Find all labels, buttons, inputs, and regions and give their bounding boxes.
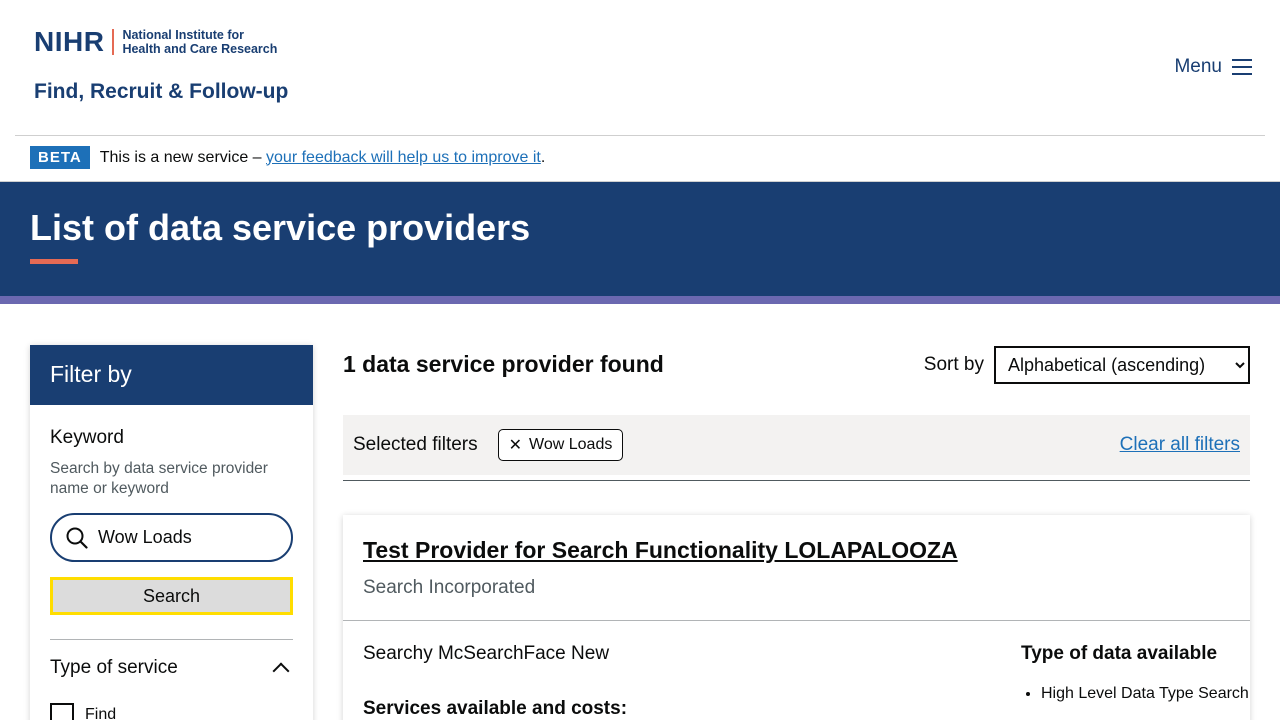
services-heading: Services available and costs:	[363, 698, 628, 719]
search-button[interactable]: Search	[50, 577, 293, 615]
type-of-service-label: Type of service	[50, 657, 178, 678]
title-accent	[30, 259, 78, 264]
card-divider	[343, 620, 1250, 621]
sort-select[interactable]: Alphabetical (ascending)	[994, 346, 1250, 384]
beta-banner: BETA This is a new service – your feedba…	[30, 146, 545, 169]
filter-heading: Filter by	[30, 345, 313, 405]
selected-filters-label: Selected filters	[353, 434, 478, 455]
keyword-field[interactable]	[50, 513, 293, 562]
hamburger-icon	[1232, 59, 1252, 75]
filter-panel: Filter by Keyword Search by data service…	[30, 345, 313, 720]
clear-all-filters-link[interactable]: Clear all filters	[1120, 434, 1240, 456]
selected-filters-bar: Selected filters ✕ Wow Loads Clear all f…	[343, 415, 1250, 475]
logo-text: National Institute for Health and Care R…	[122, 28, 277, 56]
filter-chip-label: Wow Loads	[529, 436, 613, 453]
sort-label: Sort by	[923, 354, 984, 375]
keyword-hint: Search by data service provider name or …	[50, 460, 268, 497]
page-title: List of data service providers	[30, 207, 531, 248]
service-name[interactable]: Find, Recruit & Follow-up	[34, 80, 288, 104]
provider-description: Searchy McSearchFace New	[363, 643, 610, 664]
results-count: 1 data service provider found	[343, 351, 664, 377]
sort-control: Sort by Alphabetical (ascending)	[924, 346, 1250, 384]
search-icon	[66, 527, 88, 549]
find-label: Find	[85, 706, 117, 720]
data-type-list: High Level Data Type Search	[1021, 685, 1249, 703]
option-find[interactable]: Find	[50, 703, 293, 720]
provider-organisation: Search Incorporated	[363, 577, 536, 598]
beta-tag: BETA	[30, 146, 90, 169]
logo-line-2: Health and Care Research	[122, 42, 278, 56]
close-icon: ✕	[508, 437, 523, 454]
logo-divider	[112, 29, 115, 55]
list-item: High Level Data Type Search	[1041, 685, 1249, 703]
data-type-heading: Type of data available	[1021, 643, 1218, 664]
menu-label: Menu	[1174, 56, 1222, 77]
menu-button[interactable]: Menu	[1174, 56, 1252, 78]
page-hero: List of data service providers	[0, 182, 1280, 296]
beta-suffix: .	[540, 148, 546, 166]
logo-line-1: National Institute for	[122, 28, 244, 42]
provider-card: Test Provider for Search Functionality L…	[343, 515, 1250, 720]
data-type-section: Type of data available High Level Data T…	[1021, 643, 1249, 703]
provider-title-link[interactable]: Test Provider for Search Functionality L…	[363, 537, 958, 564]
filter-divider	[50, 639, 293, 640]
beta-text: This is a new service –	[99, 148, 262, 166]
feedback-link[interactable]: your feedback will help us to improve it	[266, 149, 541, 167]
chevron-up-icon	[272, 662, 290, 680]
header-divider	[15, 135, 1265, 136]
logo-abbrev: NIHR	[34, 26, 105, 57]
results-divider	[343, 480, 1250, 481]
find-checkbox[interactable]	[50, 703, 74, 720]
filter-chip[interactable]: ✕ Wow Loads	[497, 429, 624, 461]
type-of-service-toggle[interactable]: Type of service	[50, 657, 293, 680]
site-header: NIHR National Institute for Health and C…	[0, 0, 1280, 136]
keyword-input[interactable]	[98, 527, 278, 548]
hero-stripe	[0, 296, 1280, 304]
keyword-label: Keyword	[50, 427, 124, 448]
nihr-logo[interactable]: NIHR National Institute for Health and C…	[34, 26, 277, 57]
